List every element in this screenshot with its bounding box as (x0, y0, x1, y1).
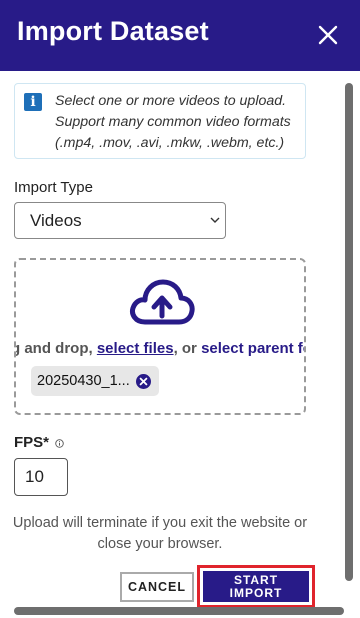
chevron-down-icon (210, 217, 220, 223)
info-icon: i (24, 93, 42, 111)
start-import-label-line2: IMPORT (229, 585, 283, 600)
import-type-select[interactable]: Videos (14, 202, 226, 239)
file-chip-name: 20250430_1... (37, 373, 130, 389)
cancel-button[interactable]: CANCEL (120, 572, 194, 602)
close-icon[interactable] (318, 25, 338, 45)
dropzone-prefix: Drag and drop, (16, 340, 93, 357)
info-circle-icon[interactable] (55, 439, 64, 448)
fps-label: FPS* (14, 434, 50, 451)
start-import-highlight: START IMPORT (197, 565, 315, 608)
horizontal-scrollbar[interactable] (14, 607, 344, 615)
cloud-upload-icon (130, 279, 195, 325)
select-parent-folder-link[interactable]: select parent folder (201, 340, 304, 357)
upload-warning: Upload will terminate if you exit the we… (12, 515, 308, 552)
dialog-header: Import Dataset (0, 0, 360, 71)
fps-input[interactable] (14, 458, 68, 496)
import-dataset-dialog: Import Dataset i Select one or more vide… (0, 0, 360, 618)
dropzone-instructions: Drag and drop, select files, or select p… (16, 340, 304, 357)
start-import-button[interactable]: START IMPORT (203, 571, 309, 602)
file-chip: 20250430_1... (31, 366, 159, 396)
import-type-value: Videos (30, 211, 82, 230)
start-import-label-line1: START (233, 572, 279, 587)
file-dropzone[interactable]: Drag and drop, select files, or select p… (14, 258, 306, 415)
dropzone-middle: , or (173, 340, 202, 357)
select-files-link[interactable]: select files (97, 340, 174, 357)
remove-file-icon[interactable] (135, 373, 151, 389)
import-type-label: Import Type (14, 179, 93, 196)
vertical-scrollbar[interactable] (345, 83, 353, 581)
info-banner: i Select one or more videos to upload. S… (14, 83, 306, 159)
info-text: Select one or more videos to upload. Sup… (55, 93, 291, 151)
dialog-title: Import Dataset (17, 16, 209, 46)
